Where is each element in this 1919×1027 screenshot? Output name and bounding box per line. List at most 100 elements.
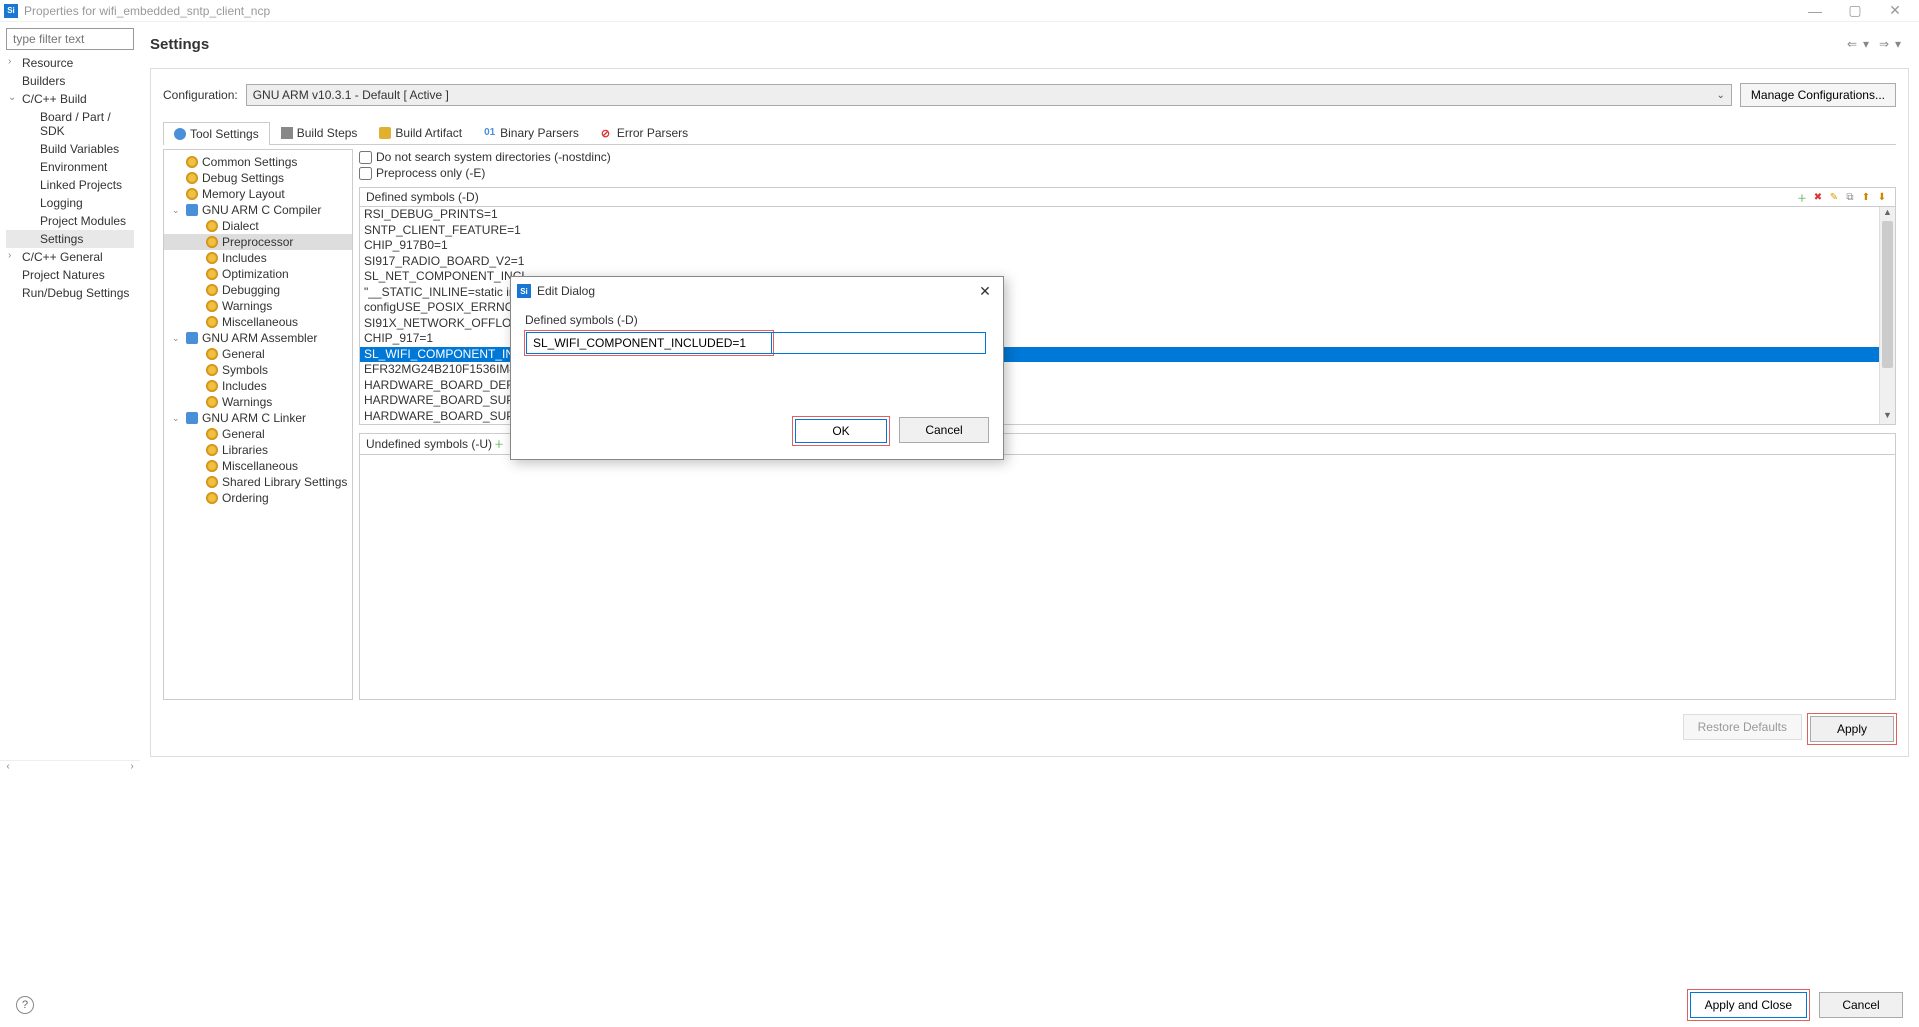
tree-item-builders[interactable]: Builders xyxy=(6,72,134,90)
tt-gnu-arm-c-linker[interactable]: ⌄GNU ARM C Linker xyxy=(164,410,352,426)
tt-gnu-arm-assembler[interactable]: ⌄GNU ARM Assembler xyxy=(164,330,352,346)
tt-link-libraries[interactable]: Libraries xyxy=(164,442,352,458)
add-symbol-button[interactable]: ＋ xyxy=(1795,190,1809,204)
tree-item-ccpp-general[interactable]: ›C/C++ General xyxy=(6,248,134,266)
gear-icon xyxy=(206,444,218,456)
tt-memory-layout[interactable]: Memory Layout xyxy=(164,186,352,202)
defined-symbols-header: Defined symbols (-D) ＋ ✖ ✎ ⧉ ⬆ ⬇ xyxy=(359,187,1896,207)
tt-gnu-arm-c-compiler[interactable]: ⌄GNU ARM C Compiler xyxy=(164,202,352,218)
content-area: Settings ⇐ ▾ ⇒ ▾ Configuration: GNU ARM … xyxy=(140,22,1919,757)
move-down-button[interactable]: ⬇ xyxy=(1875,190,1889,204)
apply-and-close-button[interactable]: Apply and Close xyxy=(1690,992,1807,1018)
tt-link-general[interactable]: General xyxy=(164,426,352,442)
scroll-down-icon[interactable]: ▼ xyxy=(1880,410,1895,424)
tree-item-run-debug-settings[interactable]: Run/Debug Settings xyxy=(6,284,134,302)
minimize-button[interactable]: — xyxy=(1795,3,1835,19)
close-window-button[interactable]: ✕ xyxy=(1875,2,1915,19)
tree-item-logging[interactable]: Logging xyxy=(6,194,134,212)
tab-binary-parsers[interactable]: 01Binary Parsers xyxy=(473,121,590,144)
tt-asm-symbols[interactable]: Symbols xyxy=(164,362,352,378)
tt-debug-settings[interactable]: Debug Settings xyxy=(164,170,352,186)
sidebar-horizontal-scrollbar[interactable]: ‹ › xyxy=(0,760,140,776)
tab-error-parsers[interactable]: ⊘Error Parsers xyxy=(590,121,699,144)
nostdinc-label: Do not search system directories (-nostd… xyxy=(376,150,611,164)
tree-item-board-part-sdk[interactable]: Board / Part / SDK xyxy=(6,108,134,140)
modal-ok-button[interactable]: OK xyxy=(795,419,887,443)
tt-link-ordering[interactable]: Ordering xyxy=(164,490,352,506)
gear-icon xyxy=(206,460,218,472)
tree-item-environment[interactable]: Environment xyxy=(6,158,134,176)
tt-warnings[interactable]: Warnings xyxy=(164,298,352,314)
tab-tool-settings[interactable]: Tool Settings xyxy=(163,122,270,145)
copy-symbol-button[interactable]: ⧉ xyxy=(1843,190,1857,204)
tree-item-resource[interactable]: ›Resource xyxy=(6,54,134,72)
preprocess-only-checkbox[interactable] xyxy=(359,167,372,180)
filter-input[interactable] xyxy=(6,28,134,50)
delete-symbol-button[interactable]: ✖ xyxy=(1811,190,1825,204)
apply-button[interactable]: Apply xyxy=(1810,716,1894,742)
cancel-button[interactable]: Cancel xyxy=(1819,992,1903,1018)
edit-symbol-button[interactable]: ✎ xyxy=(1827,190,1841,204)
configuration-select[interactable]: GNU ARM v10.3.1 - Default [ Active ] ⌄ xyxy=(246,84,1732,106)
move-up-button[interactable]: ⬆ xyxy=(1859,190,1873,204)
heading-nav-icons: ⇐ ▾ ⇒ ▾ xyxy=(1847,37,1909,51)
app-icon: Si xyxy=(517,284,531,298)
defined-symbol-item[interactable]: SNTP_CLIENT_FEATURE=1 xyxy=(360,223,1895,239)
tt-asm-includes[interactable]: Includes xyxy=(164,378,352,394)
scroll-left-icon[interactable]: ‹ xyxy=(0,761,16,776)
modal-cancel-button[interactable]: Cancel xyxy=(899,417,989,443)
modal-close-button[interactable]: ✕ xyxy=(973,283,997,300)
tree-item-build-variables[interactable]: Build Variables xyxy=(6,140,134,158)
tt-debugging[interactable]: Debugging xyxy=(164,282,352,298)
tab-build-artifact[interactable]: Build Artifact xyxy=(368,121,473,144)
tt-preprocessor[interactable]: Preprocessor xyxy=(164,234,352,250)
gear-icon xyxy=(186,156,198,168)
chevron-down-icon: ⌄ xyxy=(172,205,180,216)
scroll-right-icon[interactable]: › xyxy=(124,761,140,776)
add-undef-button[interactable]: ＋ xyxy=(492,436,506,450)
chevron-right-icon: › xyxy=(8,250,18,261)
dropdown-icon[interactable]: ▾ xyxy=(1895,37,1909,51)
binary-icon: 01 xyxy=(484,127,496,139)
chevron-down-icon: ⌄ xyxy=(8,92,18,103)
undefined-symbols-list[interactable] xyxy=(359,455,1896,700)
back-icon[interactable]: ⇐ xyxy=(1847,37,1861,51)
defined-symbol-item[interactable]: SI917_RADIO_BOARD_V2=1 xyxy=(360,254,1895,270)
tt-link-miscellaneous[interactable]: Miscellaneous xyxy=(164,458,352,474)
defined-symbol-item[interactable]: RSI_DEBUG_PRINTS=1 xyxy=(360,207,1895,223)
tree-item-linked-projects[interactable]: Linked Projects xyxy=(6,176,134,194)
tree-item-ccpp-build[interactable]: ⌄C/C++ Build xyxy=(6,90,134,108)
edit-dialog: Si Edit Dialog ✕ Defined symbols (-D) OK… xyxy=(510,276,1004,460)
scroll-up-icon[interactable]: ▲ xyxy=(1880,207,1895,221)
tt-includes[interactable]: Includes xyxy=(164,250,352,266)
input-extension[interactable] xyxy=(772,332,986,354)
tt-optimization[interactable]: Optimization xyxy=(164,266,352,282)
tt-link-shared-library[interactable]: Shared Library Settings xyxy=(164,474,352,490)
tt-common-settings[interactable]: Common Settings xyxy=(164,154,352,170)
modal-field-label: Defined symbols (-D) xyxy=(525,313,989,327)
maximize-button[interactable]: ▢ xyxy=(1835,2,1875,19)
tree-item-project-modules[interactable]: Project Modules xyxy=(6,212,134,230)
tt-dialect[interactable]: Dialect xyxy=(164,218,352,234)
gear-icon xyxy=(206,252,218,264)
help-icon[interactable]: ? xyxy=(16,996,34,1014)
chevron-down-icon: ⌄ xyxy=(172,413,180,424)
scroll-thumb[interactable] xyxy=(1882,221,1893,368)
tt-asm-general[interactable]: General xyxy=(164,346,352,362)
tab-build-steps[interactable]: Build Steps xyxy=(270,121,369,144)
manage-configurations-button[interactable]: Manage Configurations... xyxy=(1740,83,1896,107)
tree-item-project-natures[interactable]: Project Natures xyxy=(6,266,134,284)
tt-asm-warnings[interactable]: Warnings xyxy=(164,394,352,410)
tree-item-settings[interactable]: Settings xyxy=(6,230,134,248)
tt-miscellaneous[interactable]: Miscellaneous xyxy=(164,314,352,330)
restore-defaults-button[interactable]: Restore Defaults xyxy=(1683,714,1802,740)
scrollbar[interactable]: ▲ ▼ xyxy=(1879,207,1895,424)
forward-icon[interactable]: ⇒ xyxy=(1879,37,1893,51)
nostdinc-checkbox[interactable] xyxy=(359,151,372,164)
artifact-icon xyxy=(379,127,391,139)
defined-symbol-item[interactable]: CHIP_917B0=1 xyxy=(360,238,1895,254)
defined-symbol-input[interactable] xyxy=(526,332,772,354)
gear-icon xyxy=(186,172,198,184)
dropdown-icon[interactable]: ▾ xyxy=(1863,37,1877,51)
gear-icon xyxy=(206,380,218,392)
